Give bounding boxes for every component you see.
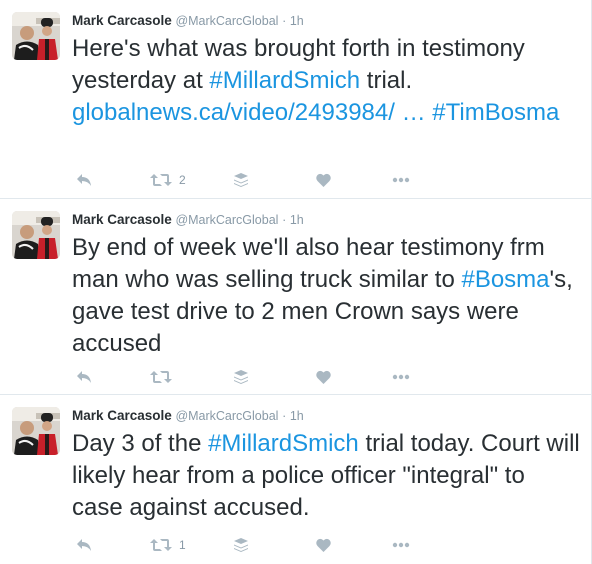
- avatar[interactable]: [12, 211, 60, 259]
- timestamp[interactable]: 1h: [290, 409, 304, 423]
- timestamp[interactable]: 1h: [290, 213, 304, 227]
- tweet[interactable]: Mark Carcasole @MarkCarcGlobal · 1h Day …: [0, 395, 591, 564]
- more-button[interactable]: [392, 170, 410, 190]
- buffer-button[interactable]: [234, 170, 248, 190]
- author-username[interactable]: @MarkCarcGlobal: [175, 14, 278, 28]
- hashtag-link[interactable]: #MillardSmich: [208, 430, 359, 457]
- hashtag-link[interactable]: #TimBosma: [432, 99, 559, 126]
- buffer-stack-icon: [234, 370, 248, 384]
- author-name[interactable]: Mark Carcasole: [72, 408, 172, 423]
- heart-icon: [316, 370, 331, 384]
- tweet-header: Mark Carcasole @MarkCarcGlobal · 1h: [72, 12, 304, 30]
- tweet[interactable]: Mark Carcasole @MarkCarcGlobal · 1h By e…: [0, 199, 591, 395]
- retweet-count: 1: [179, 538, 186, 552]
- separator-dot: ·: [282, 14, 287, 28]
- buffer-button[interactable]: [234, 535, 248, 555]
- reply-icon: [77, 174, 91, 186]
- heart-icon: [316, 173, 331, 187]
- tweet-header: Mark Carcasole @MarkCarcGlobal · 1h: [72, 407, 304, 425]
- hashtag-link[interactable]: #Bosma: [461, 266, 549, 293]
- author-username[interactable]: @MarkCarcGlobal: [175, 213, 278, 227]
- reply-button[interactable]: [76, 535, 92, 555]
- more-dots-icon: [392, 177, 410, 183]
- text-segment: Day 3 of the: [72, 430, 209, 457]
- tweet-text: By end of week we'll also hear testimony…: [72, 232, 582, 360]
- tweet-header: Mark Carcasole @MarkCarcGlobal · 1h: [72, 211, 304, 229]
- retweet-icon: [150, 174, 172, 186]
- retweet-count: 2: [179, 173, 186, 187]
- avatar[interactable]: [12, 12, 60, 60]
- hashtag-link[interactable]: #MillardSmich: [209, 67, 360, 94]
- retweet-button[interactable]: 2: [150, 170, 186, 190]
- separator-dot: ·: [282, 213, 287, 227]
- heart-icon: [316, 538, 331, 552]
- reply-icon: [77, 539, 91, 551]
- tweet-actions: [72, 367, 432, 387]
- separator-dot: ·: [282, 409, 287, 423]
- author-name[interactable]: Mark Carcasole: [72, 13, 172, 28]
- more-dots-icon: [392, 542, 410, 548]
- author-name[interactable]: Mark Carcasole: [72, 212, 172, 227]
- tweet-text: Here's what was brought forth in testimo…: [72, 33, 582, 129]
- more-button[interactable]: [392, 367, 410, 387]
- reply-button[interactable]: [76, 170, 92, 190]
- retweet-icon: [150, 371, 172, 383]
- more-button[interactable]: [392, 535, 410, 555]
- reply-button[interactable]: [76, 367, 92, 387]
- like-button[interactable]: [316, 535, 331, 555]
- author-username[interactable]: @MarkCarcGlobal: [175, 409, 278, 423]
- retweet-button[interactable]: [150, 367, 179, 387]
- retweet-icon: [150, 539, 172, 551]
- more-dots-icon: [392, 374, 410, 380]
- url-link[interactable]: globalnews.ca/video/2493984/ …: [72, 99, 426, 126]
- retweet-button[interactable]: 1: [150, 535, 186, 555]
- reply-icon: [77, 371, 91, 383]
- tweet[interactable]: Mark Carcasole @MarkCarcGlobal · 1h Here…: [0, 0, 591, 199]
- tweet-actions: 1: [72, 535, 432, 555]
- timestamp[interactable]: 1h: [290, 14, 304, 28]
- avatar[interactable]: [12, 407, 60, 455]
- buffer-stack-icon: [234, 538, 248, 552]
- buffer-button[interactable]: [234, 367, 248, 387]
- buffer-stack-icon: [234, 173, 248, 187]
- like-button[interactable]: [316, 170, 331, 190]
- tweet-text: Day 3 of the #MillardSmich trial today. …: [72, 428, 582, 524]
- like-button[interactable]: [316, 367, 331, 387]
- tweet-actions: 2: [72, 170, 432, 190]
- text-segment: trial.: [360, 67, 413, 94]
- tweet-timeline: Mark Carcasole @MarkCarcGlobal · 1h Here…: [0, 0, 592, 564]
